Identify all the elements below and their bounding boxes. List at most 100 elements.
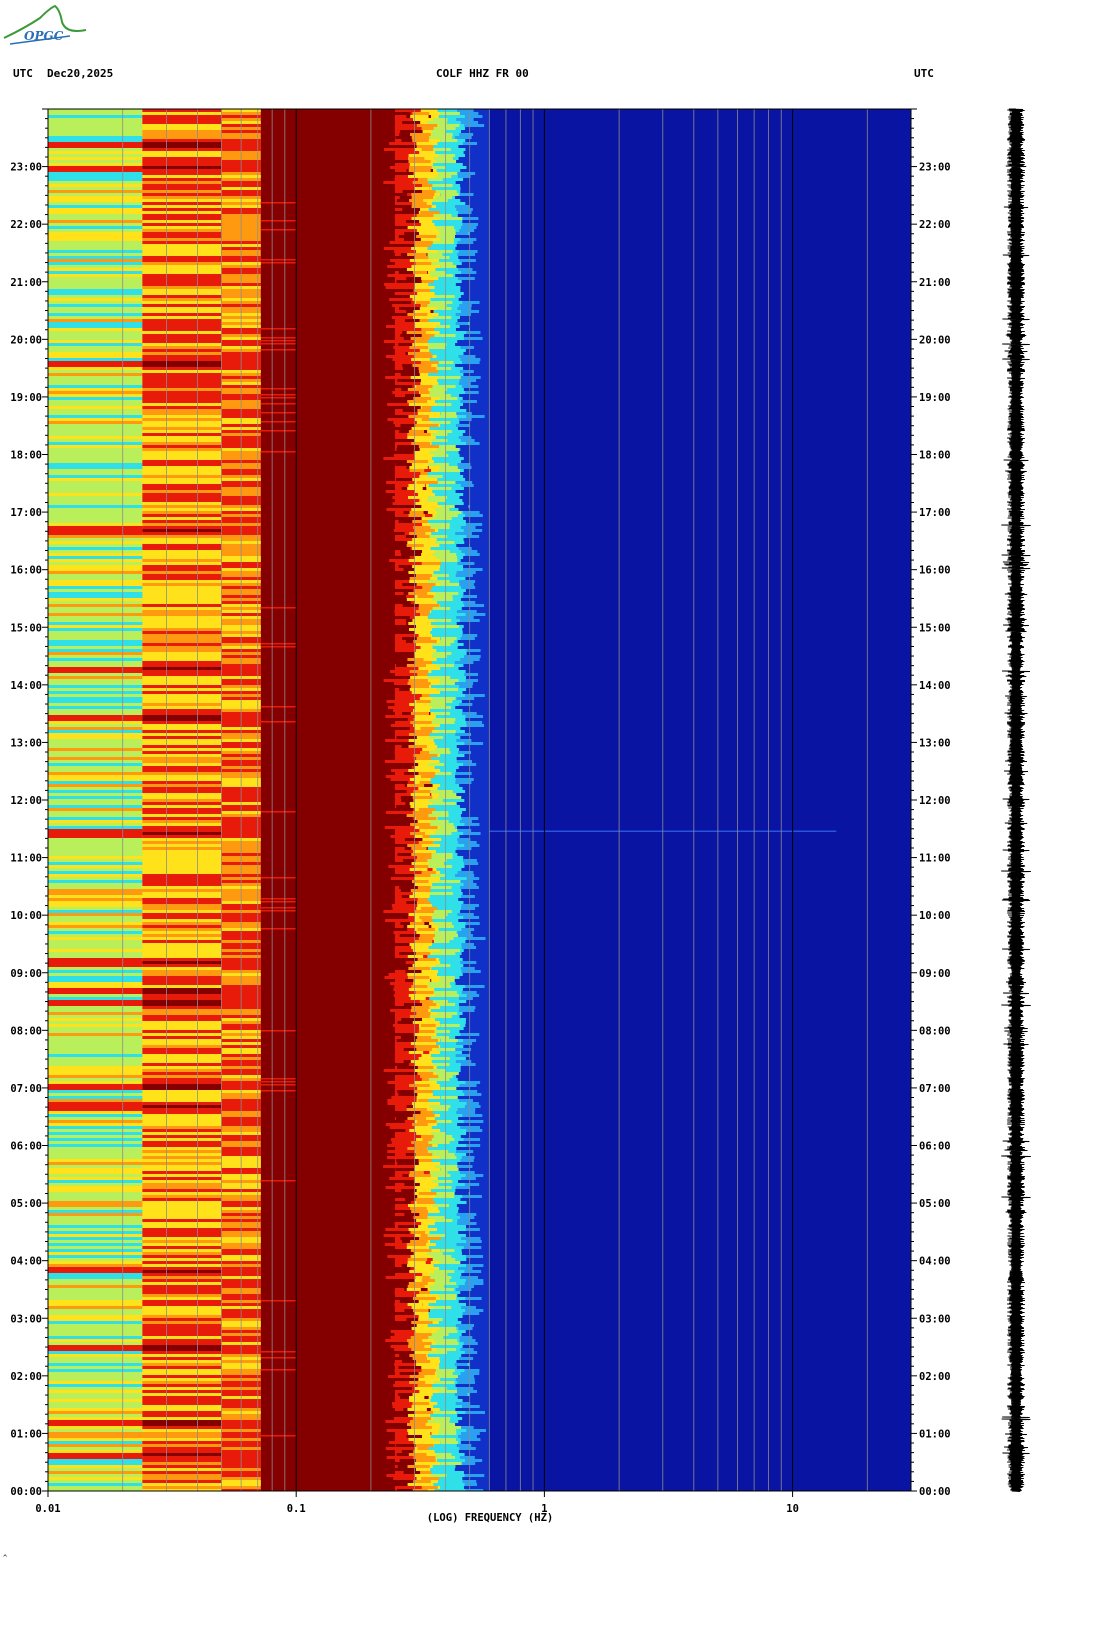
cell: [390, 835, 411, 838]
cell: [437, 787, 458, 790]
cell: [455, 1423, 471, 1426]
cell: [142, 1462, 222, 1465]
cell: [463, 949, 480, 952]
y-tick-label-left: 03:00: [10, 1313, 42, 1325]
spectrogram-heatmap: [48, 109, 911, 1491]
cell: [142, 1267, 222, 1270]
cell: [48, 367, 143, 370]
cell: [435, 808, 451, 811]
cell: [427, 859, 447, 862]
cell: [428, 346, 446, 349]
cell: [142, 1189, 222, 1192]
cell: [429, 1171, 448, 1174]
cell: [418, 232, 439, 235]
cell: [460, 814, 476, 817]
cell: [48, 1441, 143, 1444]
cell: [461, 1051, 475, 1054]
cell: [463, 292, 481, 295]
y-tick-label-right: 21:00: [919, 277, 951, 289]
cell: [433, 1111, 457, 1114]
cell: [457, 1318, 472, 1321]
cell: [463, 1486, 480, 1489]
cell: [142, 520, 222, 523]
cell: [461, 1273, 481, 1276]
cell: [142, 418, 222, 421]
cell: [419, 142, 437, 145]
y-tick-label-left: 01:00: [10, 1428, 42, 1440]
cell: [386, 1474, 413, 1477]
cell: [439, 682, 457, 685]
y-tick-label-left: 23:00: [10, 162, 42, 174]
cell: [142, 460, 222, 463]
cell: [48, 568, 143, 571]
cell: [462, 1315, 476, 1318]
cell: [456, 208, 473, 211]
cell: [411, 685, 430, 688]
cell: [430, 631, 451, 634]
cell: [142, 1183, 222, 1186]
cell: [387, 1006, 413, 1009]
cell: [459, 1084, 477, 1087]
cell: [439, 679, 459, 682]
cell: [142, 1351, 222, 1354]
cell: [458, 1327, 473, 1330]
cell: [407, 541, 431, 544]
cell: [142, 1150, 222, 1153]
cell: [401, 553, 425, 556]
cell: [430, 886, 452, 889]
cell: [433, 1483, 455, 1486]
cell: [455, 364, 473, 367]
cell: [459, 1030, 474, 1033]
cell: [413, 799, 430, 802]
cell: [463, 517, 483, 520]
cell: [48, 1270, 143, 1273]
cell: [142, 673, 222, 676]
cell: [48, 772, 143, 775]
cell: [48, 1450, 143, 1453]
cell: [48, 778, 143, 781]
cell: [464, 154, 484, 157]
cell: [421, 1156, 441, 1159]
cell: [142, 475, 222, 478]
cell: [408, 1345, 425, 1348]
cell: [142, 670, 222, 673]
cell: [432, 433, 448, 436]
cell: [455, 343, 475, 346]
cell: [427, 1420, 450, 1423]
cell: [432, 316, 452, 319]
cell: [464, 1282, 484, 1285]
cell: [419, 1183, 438, 1186]
cell: [48, 862, 143, 865]
cell: [48, 715, 143, 718]
cell: [412, 1393, 435, 1396]
cell: [392, 391, 420, 394]
cell: [431, 130, 446, 133]
cell: [417, 1063, 434, 1066]
cell: [458, 508, 475, 511]
cell: [392, 1024, 419, 1027]
cell: [48, 964, 143, 967]
cell: [142, 1084, 222, 1087]
cell: [429, 1015, 452, 1018]
cell: [438, 1294, 457, 1297]
cell: [415, 1039, 438, 1042]
cell: [407, 1258, 428, 1261]
cell: [437, 1012, 458, 1015]
cell: [409, 511, 424, 514]
cell: [463, 1138, 481, 1141]
cell: [408, 403, 426, 406]
cell: [432, 919, 455, 922]
cell: [48, 781, 143, 784]
cell: [48, 976, 143, 979]
cell: [434, 988, 455, 991]
cell: [142, 235, 222, 238]
cell: [454, 682, 474, 685]
cell: [385, 1228, 407, 1231]
cell: [416, 1048, 432, 1051]
cell: [431, 202, 456, 205]
cell: [460, 484, 474, 487]
cell: [412, 538, 436, 541]
cell: [457, 1096, 476, 1099]
cell: [48, 1069, 143, 1072]
cell: [260, 388, 297, 390]
